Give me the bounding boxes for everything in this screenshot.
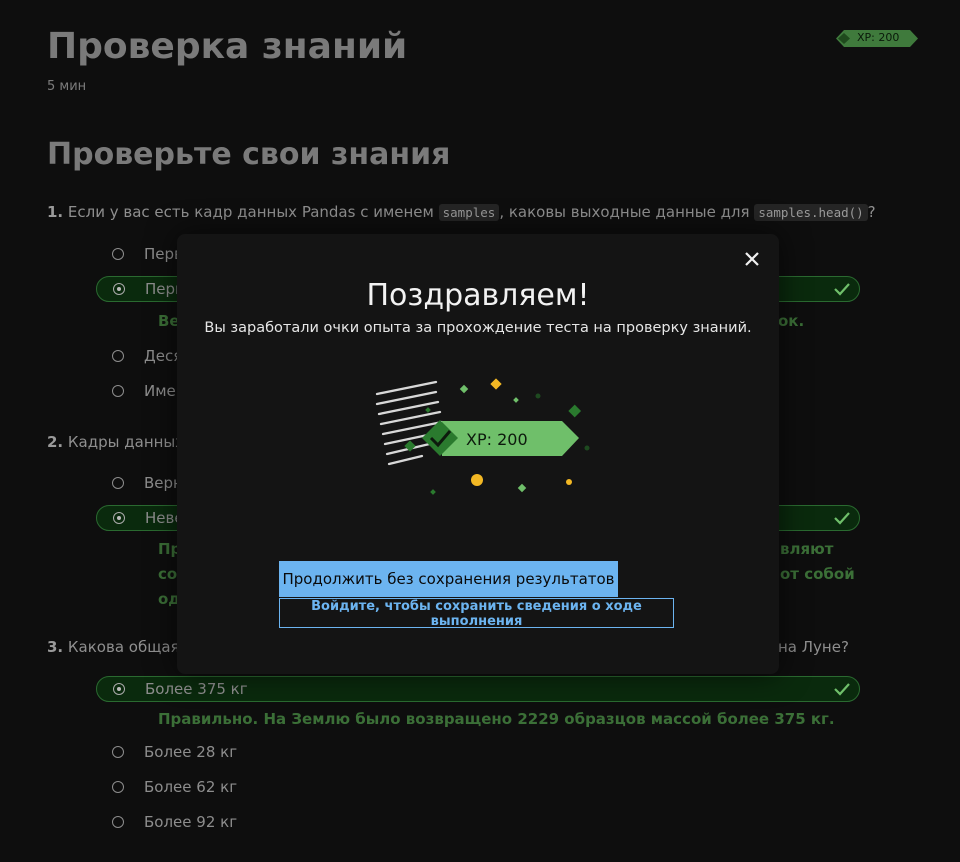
answer-feedback: вляют (780, 540, 834, 558)
section-title: Проверьте свои знания (47, 137, 451, 172)
xp-illustration: XP: 200 (372, 374, 612, 504)
close-button[interactable] (741, 248, 763, 270)
congratulations-dialog: Поздравляем! Вы заработали очки опыта за… (177, 234, 779, 674)
answer-option-selected[interactable]: Более 375 кг (96, 676, 860, 702)
answer-feedback: Правильно. На Землю было возвращено 2229… (158, 710, 835, 728)
radio-icon[interactable] (113, 683, 125, 695)
radio-icon[interactable] (112, 746, 124, 758)
question-text: Какова общая м (63, 638, 196, 656)
question-1: 1. Если у вас есть кадр данных Pandas с … (47, 203, 876, 221)
answer-label: Более 375 кг (145, 680, 248, 698)
answer-option[interactable]: Более 62 кг (96, 775, 860, 801)
duration-label: 5 мин (47, 79, 87, 94)
answer-label: Более 62 кг (144, 778, 238, 796)
radio-icon[interactable] (112, 816, 124, 828)
checkmark-icon (834, 283, 850, 296)
radio-icon[interactable] (113, 512, 125, 524)
page-title: Проверка знаний (47, 26, 408, 67)
question-number: 3. (47, 638, 64, 656)
dialog-title: Поздравляем! (366, 278, 590, 313)
radio-icon[interactable] (112, 350, 124, 362)
radio-icon[interactable] (112, 385, 124, 397)
answer-feedback: от собой (780, 565, 855, 583)
code-snippet: samples (438, 204, 500, 221)
xp-badge: XP: 200 (836, 30, 918, 47)
continue-without-saving-button[interactable]: Продолжить без сохранения результатов (279, 561, 618, 597)
question-3: 3. Какова общая м (47, 638, 196, 656)
illustration-xp-label: XP: 200 (466, 430, 528, 449)
question-number: 2. (47, 433, 64, 451)
radio-icon[interactable] (112, 781, 124, 793)
radio-icon[interactable] (112, 248, 124, 260)
dialog-description: Вы заработали очки опыта за прохождение … (204, 320, 752, 336)
question-text: ? (867, 203, 876, 221)
radio-icon[interactable] (113, 283, 125, 295)
question-text: Если у вас есть кадр данных Pandas с име… (63, 203, 439, 221)
question-3-continued: на Луне? (778, 638, 849, 656)
question-number: 1. (47, 203, 64, 221)
radio-icon[interactable] (112, 477, 124, 489)
checkmark-icon (834, 512, 850, 525)
sign-in-to-save-button[interactable]: Войдите, чтобы сохранить сведения о ходе… (279, 598, 674, 629)
answer-option[interactable]: Более 92 кг (96, 810, 860, 836)
question-2: 2. Кадры данных и (47, 433, 199, 451)
answer-feedback: ок. (778, 312, 805, 330)
checkmark-icon (834, 683, 850, 696)
xp-badge-label: XP: 200 (857, 31, 900, 44)
answer-label: Более 92 кг (144, 813, 238, 831)
answer-label: Более 28 кг (144, 743, 238, 761)
question-text: , каковы выходные данные для (499, 203, 755, 221)
code-snippet: samples.head() (754, 204, 868, 221)
close-icon[interactable] (741, 248, 763, 270)
answer-option[interactable]: Более 28 кг (96, 740, 860, 766)
